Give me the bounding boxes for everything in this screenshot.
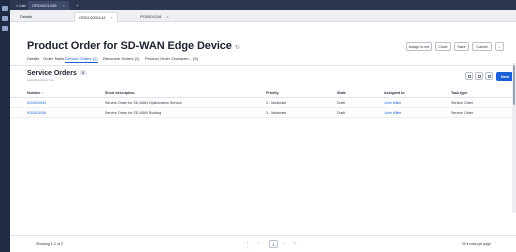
menu-icon[interactable] [2, 6, 8, 11]
order-number-link[interactable]: SO0001054 [27, 101, 46, 105]
bell-icon[interactable]: ↻ [235, 45, 240, 51]
column-assigned-to[interactable]: Assigned to [384, 91, 405, 95]
table-footer: Showing 1-2 of 2 |< < 1 > >| 20 ▾ rows p… [10, 235, 516, 252]
last-refreshed-text: Last refreshed just now [27, 79, 54, 82]
task-type: Service Order [451, 101, 474, 105]
assigned-to-link[interactable]: John Miller [384, 101, 401, 105]
subtab-resource-orders[interactable]: Resource Orders (1) [103, 56, 139, 61]
cancel-button[interactable]: Cancel [472, 42, 492, 51]
state: Draft [337, 111, 345, 115]
first-page-icon[interactable]: |< [247, 240, 249, 250]
left-nav-rail [0, 0, 10, 252]
top-tab-bar: < List ORD0001038 × + [10, 0, 516, 10]
table-row[interactable]: SO0001054 Service Order for SD-WAN Optim… [10, 99, 516, 108]
column-task-type[interactable]: Task type [451, 91, 467, 95]
scrollbar-thumb[interactable] [513, 65, 515, 105]
subtab-order-tasks[interactable]: Order Tasks [43, 56, 65, 61]
table-row[interactable]: SO0001056 Service Order for SD-WAN Routi… [10, 109, 516, 118]
close-icon[interactable]: × [110, 15, 112, 20]
short-description: Service Order for SD-WAN Routing [105, 111, 162, 115]
new-tab-button[interactable]: + [72, 1, 82, 10]
assigned-to-link[interactable]: John Miller [384, 111, 401, 115]
order-number-link[interactable]: SO0001056 [27, 111, 46, 115]
refresh-icon [468, 75, 471, 78]
page-title: Product Order for SD-WAN Edge Device ↻ [27, 40, 240, 52]
save-button[interactable]: Save [454, 42, 469, 51]
column-state[interactable]: State [337, 91, 346, 95]
record-tab-po0001016[interactable]: PO0001016 × [136, 12, 173, 22]
subtab-details[interactable]: Details [27, 56, 39, 61]
showing-count: Showing 1-2 of 2 [36, 242, 63, 246]
table-header: Number ↑ Short description Priority Stat… [10, 89, 516, 98]
record-tab-details[interactable]: Details [16, 12, 36, 22]
section-title: Service Orders 2 [27, 70, 87, 77]
record-tab-ordl0001144[interactable]: ORDL0001144 × [74, 12, 118, 22]
close-button[interactable]: Close [435, 42, 451, 51]
scrollbar[interactable] [512, 63, 516, 213]
next-page-icon[interactable]: > [283, 240, 285, 245]
more-actions-button[interactable]: – [495, 42, 504, 51]
priority: 3 - Moderate [266, 101, 287, 105]
subtab-product-order-characteristics[interactable]: Product Order Character... (5) [145, 56, 198, 61]
settings-icon[interactable] [2, 26, 8, 31]
columns-icon [478, 75, 481, 78]
record-tab-bar: Details ORDL0001144 × PO0001016 × [10, 10, 516, 22]
subtab-service-orders[interactable]: Service Orders (2) [65, 56, 98, 63]
column-priority[interactable]: Priority [266, 91, 279, 95]
list-icon[interactable] [2, 16, 8, 21]
filter-button[interactable] [485, 72, 493, 80]
count-badge: 2 [79, 70, 87, 75]
refresh-button[interactable] [465, 72, 473, 80]
record-page: Product Order for SD-WAN Edge Device ↻ As… [10, 22, 516, 252]
close-icon[interactable]: × [62, 3, 64, 8]
assign-to-me-button[interactable]: Assign to me [406, 42, 432, 51]
short-description: Service Order for SD-WAN Optimization Se… [105, 101, 182, 105]
current-page[interactable]: 1 [269, 240, 278, 248]
columns-button[interactable] [475, 72, 483, 80]
state: Draft [337, 101, 345, 105]
filter-icon [488, 75, 491, 78]
close-icon[interactable]: × [166, 14, 168, 19]
prev-page-icon[interactable]: < [257, 240, 259, 245]
task-type: Service Order [451, 111, 474, 115]
last-page-icon[interactable]: >| [293, 240, 296, 245]
rows-per-page-select[interactable]: 20 ▾ rows per page [462, 242, 491, 246]
priority: 3 - Moderate [266, 111, 287, 115]
divider [10, 65, 516, 66]
tab-ord0001038[interactable]: ORD0001038 × [28, 1, 69, 10]
column-short-description[interactable]: Short description [105, 91, 135, 95]
column-number[interactable]: Number ↑ [27, 91, 43, 95]
